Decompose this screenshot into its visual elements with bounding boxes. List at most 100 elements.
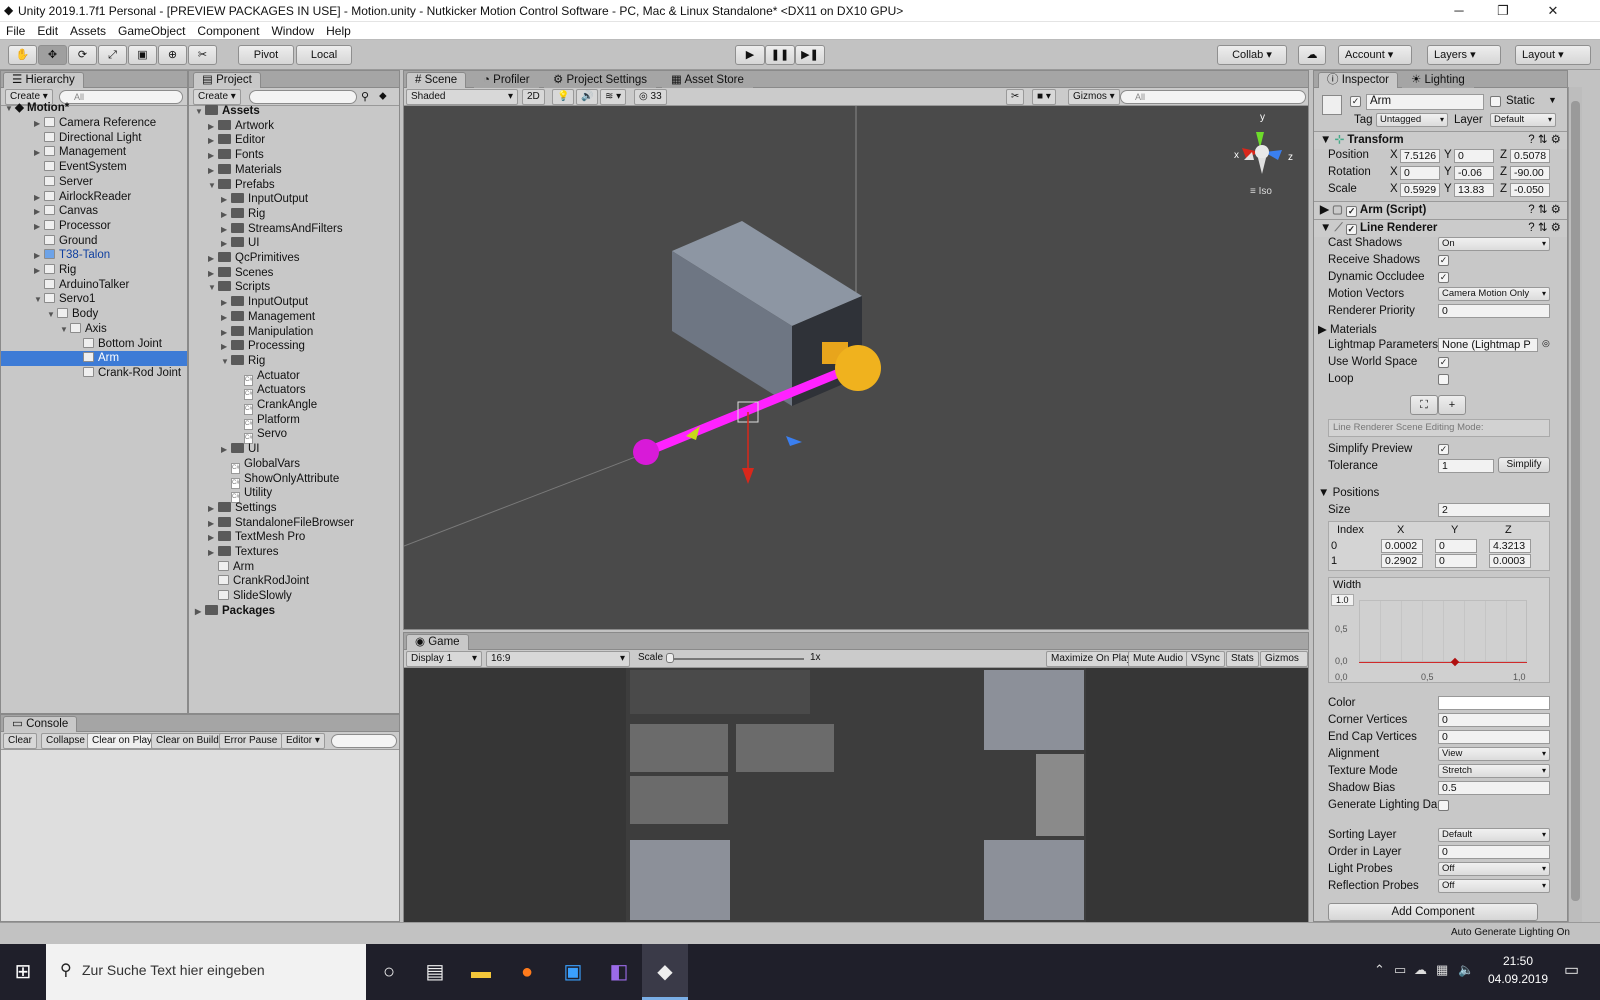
hierarchy-item[interactable]: Crank-Rod Joint xyxy=(1,366,187,381)
tab-project[interactable]: ▤ Project xyxy=(193,72,261,88)
inspector-scrollbar-thumb[interactable] xyxy=(1571,101,1580,901)
width-curve-box[interactable]: Width 1.0 0,5 0,0 0,0 0,5 1,0 xyxy=(1328,577,1550,683)
move-tool-button[interactable]: ✥ xyxy=(38,45,67,65)
hierarchy-expand-arrow-icon[interactable]: ▶ xyxy=(34,219,44,234)
hierarchy-item[interactable]: ▶ T38-Talon xyxy=(1,248,187,263)
project-folder[interactable]: ▶ UI xyxy=(221,236,260,251)
project-folder[interactable]: ▶ InputOutput xyxy=(221,192,308,207)
add-component-button[interactable]: Add Component xyxy=(1328,903,1538,921)
project-file[interactable]: Arm xyxy=(208,560,254,575)
project-folder[interactable]: ▶ Rig xyxy=(221,207,265,222)
menu-edit[interactable]: Edit xyxy=(31,22,64,40)
task-view-icon[interactable]: ▤ xyxy=(412,944,458,1000)
iso-label[interactable]: ≡ Iso xyxy=(1250,186,1272,197)
project-folder[interactable]: ▶ Scenes xyxy=(208,266,273,281)
folder-expand-arrow-icon[interactable]: ▶ xyxy=(208,119,218,134)
project-folder[interactable]: ▶ Settings xyxy=(208,501,277,516)
step-button[interactable]: ▶❚ xyxy=(795,45,825,65)
hierarchy-expand-arrow-icon[interactable]: ▶ xyxy=(34,145,44,160)
tolerance-field[interactable]: 1 xyxy=(1438,459,1494,473)
hierarchy-item[interactable]: ArduinoTalker xyxy=(1,278,187,293)
tab-inspector[interactable]: ⓘ Inspector xyxy=(1318,72,1399,88)
folder-expand-arrow-icon[interactable]: ▼ xyxy=(208,280,218,295)
scale-tool-button[interactable]: ⤢ xyxy=(98,45,127,65)
camera-settings-icon[interactable]: ■ ▾ xyxy=(1032,89,1056,105)
folder-expand-arrow-icon[interactable]: ▶ xyxy=(208,545,218,560)
hierarchy-expand-arrow-icon[interactable]: ▶ xyxy=(34,190,44,205)
display-dropdown[interactable]: Display 1 ▾ xyxy=(406,651,482,667)
rotate-tool-button[interactable]: ⟳ xyxy=(68,45,97,65)
position-x-field[interactable]: 7.5126 xyxy=(1400,149,1440,163)
object-name-field[interactable]: Arm xyxy=(1366,94,1484,110)
project-folder[interactable]: ▼ Scripts xyxy=(208,280,270,295)
tray-network-icon[interactable]: ▦ xyxy=(1436,962,1448,978)
project-folder[interactable]: ▶ Materials xyxy=(208,163,282,178)
visual-studio-icon[interactable]: ◧ xyxy=(596,944,642,1000)
renderer-priority-field[interactable]: 0 xyxy=(1438,304,1550,318)
console-editor-dropdown[interactable]: Editor ▾ xyxy=(281,733,325,749)
menu-component[interactable]: Component xyxy=(191,22,265,40)
taskbar-date[interactable]: 04.09.2019 xyxy=(1484,972,1552,986)
hierarchy-item[interactable]: Ground xyxy=(1,234,187,249)
folder-expand-arrow-icon[interactable]: ▶ xyxy=(221,310,231,325)
texture-mode-dropdown[interactable]: Stretch xyxy=(1438,764,1550,778)
console-clear-on-play-button[interactable]: Clear on Play xyxy=(87,733,158,749)
notification-icon[interactable]: ▭ xyxy=(1564,960,1579,980)
inspector-scrollbar[interactable] xyxy=(1568,87,1582,922)
folder-expand-arrow-icon[interactable]: ▼ xyxy=(221,354,231,369)
arm-script-header[interactable]: ▶ ▢ ✓ Arm (Script) ? ⇅ ⚙ xyxy=(1314,201,1567,219)
tray-onedrive-icon[interactable]: ☁ xyxy=(1414,962,1427,978)
simplify-button[interactable]: Simplify xyxy=(1498,457,1550,473)
folder-expand-arrow-icon[interactable]: ▼ xyxy=(195,104,205,119)
hierarchy-item[interactable]: Arm xyxy=(1,351,187,367)
scene-viewport[interactable]: y x z ≡ Iso xyxy=(404,106,1308,629)
hierarchy-item[interactable]: Bottom Joint xyxy=(1,337,187,352)
project-file[interactable]: C# GlobalVars xyxy=(221,457,300,474)
project-folder[interactable]: ▼ Prefabs xyxy=(208,178,275,193)
tab-game[interactable]: ◉ Game xyxy=(406,634,469,650)
folder-expand-arrow-icon[interactable]: ▶ xyxy=(208,251,218,266)
tray-battery-icon[interactable]: ▭ xyxy=(1394,962,1406,978)
scene-tools-icon[interactable]: ✂ xyxy=(1006,89,1025,105)
unity-taskbar-icon[interactable]: ◆ xyxy=(642,944,688,1000)
project-folder[interactable]: ▶ TextMesh Pro xyxy=(208,530,305,545)
position-z-field[interactable]: 0.5078 xyxy=(1510,149,1550,163)
project-folder[interactable]: ▶ StreamsAndFilters xyxy=(221,222,343,237)
local-button[interactable]: Local xyxy=(296,45,352,65)
menu-gameobject[interactable]: GameObject xyxy=(112,22,191,40)
pos-row1-z[interactable]: 0.0003 xyxy=(1489,554,1531,568)
scale-x-field[interactable]: 0.5929 xyxy=(1400,183,1440,197)
cast-shadows-dropdown[interactable]: On xyxy=(1438,237,1550,251)
vsync-button[interactable]: VSync xyxy=(1186,651,1225,667)
hand-tool-button[interactable]: ✋ xyxy=(8,45,37,65)
menu-window[interactable]: Window xyxy=(265,22,320,40)
line-renderer-enabled-checkbox[interactable]: ✓ xyxy=(1345,224,1357,235)
hierarchy-expand-arrow-icon[interactable]: ▶ xyxy=(34,263,44,278)
project-folder[interactable]: ▶ Editor xyxy=(208,133,265,148)
tray-chevron-icon[interactable]: ⌃ xyxy=(1374,962,1385,978)
stats-button[interactable]: Stats xyxy=(1226,651,1259,667)
taskbar-time[interactable]: 21:50 xyxy=(1490,954,1546,968)
folder-expand-arrow-icon[interactable]: ▶ xyxy=(208,266,218,281)
scale-y-field[interactable]: 13.83 xyxy=(1454,183,1494,197)
line-renderer-settings-icons[interactable]: ? ⇅ ⚙ xyxy=(1528,220,1561,237)
hierarchy-item[interactable]: ▼ Body xyxy=(1,307,187,322)
pos-row0-z[interactable]: 4.3213 xyxy=(1489,539,1531,553)
project-file[interactable]: C# Actuator xyxy=(234,369,300,386)
filter-label-icon[interactable]: ⬥ xyxy=(379,90,387,103)
console-clear-button[interactable]: Clear xyxy=(3,733,37,749)
add-point-button[interactable]: + xyxy=(1438,395,1466,415)
project-file[interactable]: C# CrankAngle xyxy=(234,398,317,415)
collab-button[interactable]: Collab ▾ xyxy=(1217,45,1287,65)
project-file[interactable]: SlideSlowly xyxy=(208,589,292,604)
transform-header[interactable]: ▼ ⊹ Transform ? ⇅ ⚙ xyxy=(1314,131,1567,149)
project-file[interactable]: C# Utility xyxy=(221,486,272,504)
hierarchy-item[interactable]: Server xyxy=(1,175,187,190)
file-explorer-icon[interactable]: ▬ xyxy=(458,944,504,1000)
arm-script-settings-icons[interactable]: ? ⇅ ⚙ xyxy=(1528,202,1561,219)
folder-expand-arrow-icon[interactable]: ▶ xyxy=(221,325,231,340)
cloud-icon[interactable]: ☁ xyxy=(1298,45,1326,65)
rect-tool-button[interactable]: ▣ xyxy=(128,45,157,65)
tag-dropdown[interactable]: Untagged xyxy=(1376,113,1448,127)
corner-vertices-field[interactable]: 0 xyxy=(1438,713,1550,727)
